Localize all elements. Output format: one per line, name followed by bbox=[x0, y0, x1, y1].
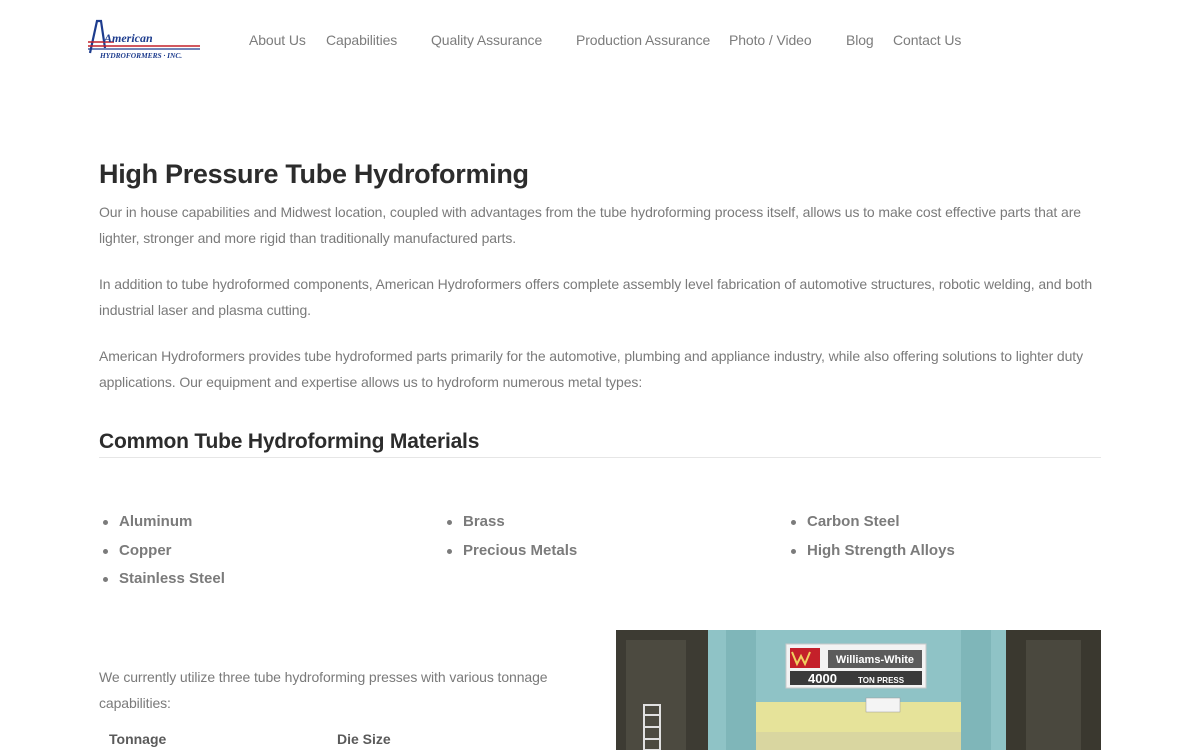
press-yellow-band bbox=[756, 702, 961, 732]
services-paragraph: In addition to tube hydroformed componen… bbox=[99, 276, 1093, 318]
logo-graphic: American HYDROFORMERS · INC. bbox=[88, 19, 200, 60]
section-divider bbox=[99, 457, 1101, 458]
site-header: American HYDROFORMERS · INC. About Us Ca… bbox=[0, 0, 1200, 80]
page-title: High Pressure Tube Hydroforming bbox=[99, 159, 529, 189]
photo-left-panel bbox=[626, 640, 686, 750]
press-bed bbox=[756, 732, 961, 750]
press-frame-shade-right bbox=[961, 630, 991, 750]
logo-text-line1: American bbox=[103, 31, 153, 45]
nav-production-assurance[interactable]: Production Assurance bbox=[576, 32, 710, 48]
nav-about-us[interactable]: About Us bbox=[249, 32, 306, 48]
materials-list-col3: Carbon Steel High Strength Alloys bbox=[787, 513, 955, 570]
nav-blog[interactable]: Blog bbox=[846, 32, 874, 48]
press-photo-graphic: Williams-White 4000 TON PRESS bbox=[616, 630, 1101, 750]
material-item: Carbon Steel bbox=[787, 513, 955, 542]
material-item: Aluminum bbox=[99, 513, 225, 542]
sign-brand-text: Williams-White bbox=[836, 654, 914, 666]
sign-capacity-text: 4000 bbox=[808, 671, 837, 686]
nav-photo-video[interactable]: Photo / Video bbox=[729, 32, 812, 48]
nav-capabilities[interactable]: Capabilities bbox=[326, 32, 397, 48]
industries-paragraph: American Hydroformers provides tube hydr… bbox=[99, 348, 1083, 390]
press-frame-shade-left bbox=[726, 630, 756, 750]
presses-description: We currently utilize three tube hydrofor… bbox=[99, 669, 548, 711]
materials-list-col2: Brass Precious Metals bbox=[443, 513, 577, 570]
material-item: Brass bbox=[443, 513, 577, 542]
press-photo: Williams-White 4000 TON PRESS bbox=[616, 630, 1101, 750]
intro-paragraph: Our in house capabilities and Midwest lo… bbox=[99, 204, 1081, 246]
material-item: Stainless Steel bbox=[99, 570, 225, 599]
material-item: High Strength Alloys bbox=[787, 542, 955, 571]
nav-contact-us[interactable]: Contact Us bbox=[893, 32, 961, 48]
logo-letter-a-stroke bbox=[88, 19, 107, 54]
material-item: Copper bbox=[99, 542, 225, 571]
table-header-die-size: Die Size bbox=[337, 731, 391, 747]
material-item: Precious Metals bbox=[443, 542, 577, 571]
materials-list-col1: Aluminum Copper Stainless Steel bbox=[99, 513, 225, 599]
table-header-tonnage: Tonnage bbox=[109, 731, 167, 747]
logo-text-line2: HYDROFORMERS · INC. bbox=[99, 51, 182, 60]
sign-unit-text: TON PRESS bbox=[858, 676, 905, 685]
nav-quality-assurance[interactable]: Quality Assurance bbox=[431, 32, 542, 48]
materials-heading: Common Tube Hydroforming Materials bbox=[99, 430, 480, 453]
press-label-plate bbox=[865, 697, 901, 713]
photo-right-panel bbox=[1026, 640, 1081, 750]
company-logo[interactable]: American HYDROFORMERS · INC. bbox=[86, 18, 202, 60]
